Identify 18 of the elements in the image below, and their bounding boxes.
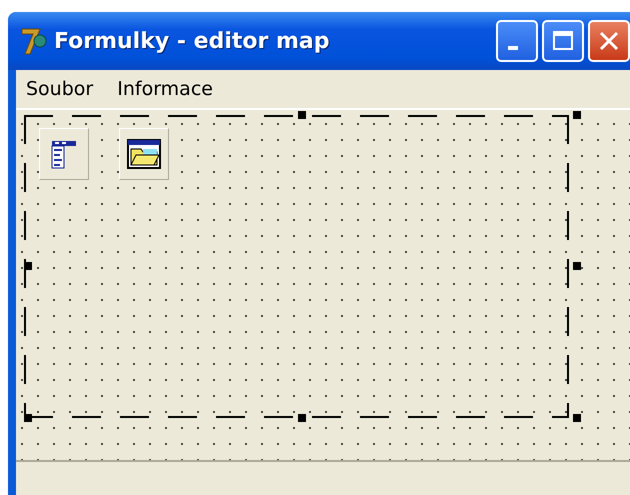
folder-icon	[127, 139, 161, 169]
resize-handle[interactable]	[24, 262, 32, 270]
minimize-icon	[508, 46, 518, 50]
resize-handle[interactable]	[24, 414, 32, 422]
list-component[interactable]	[39, 128, 89, 180]
folder-component[interactable]	[119, 128, 169, 180]
menu-item[interactable]: Soubor	[26, 78, 94, 100]
minimize-button[interactable]	[496, 20, 538, 62]
resize-handle[interactable]	[573, 111, 581, 119]
list-icon	[51, 139, 77, 169]
window-title: Formulky - editor map	[54, 28, 330, 54]
maximize-button[interactable]	[542, 20, 584, 62]
menu-item[interactable]: Informace	[117, 78, 213, 100]
close-button[interactable]	[588, 20, 630, 62]
resize-handle[interactable]	[298, 111, 306, 119]
resize-handle[interactable]	[573, 262, 581, 270]
resize-handle[interactable]	[298, 414, 306, 422]
resize-handle[interactable]	[573, 414, 581, 422]
